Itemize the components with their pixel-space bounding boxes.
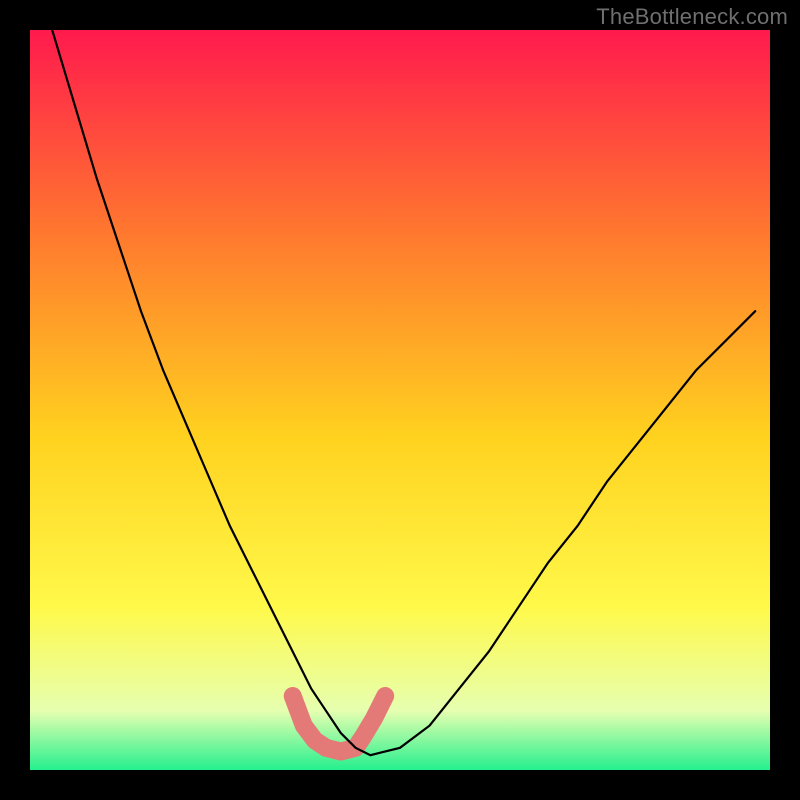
watermark-text: TheBottleneck.com bbox=[596, 4, 788, 30]
gradient-background bbox=[30, 30, 770, 770]
chart-svg bbox=[30, 30, 770, 770]
chart-frame: TheBottleneck.com bbox=[0, 0, 800, 800]
plot-area bbox=[30, 30, 770, 770]
